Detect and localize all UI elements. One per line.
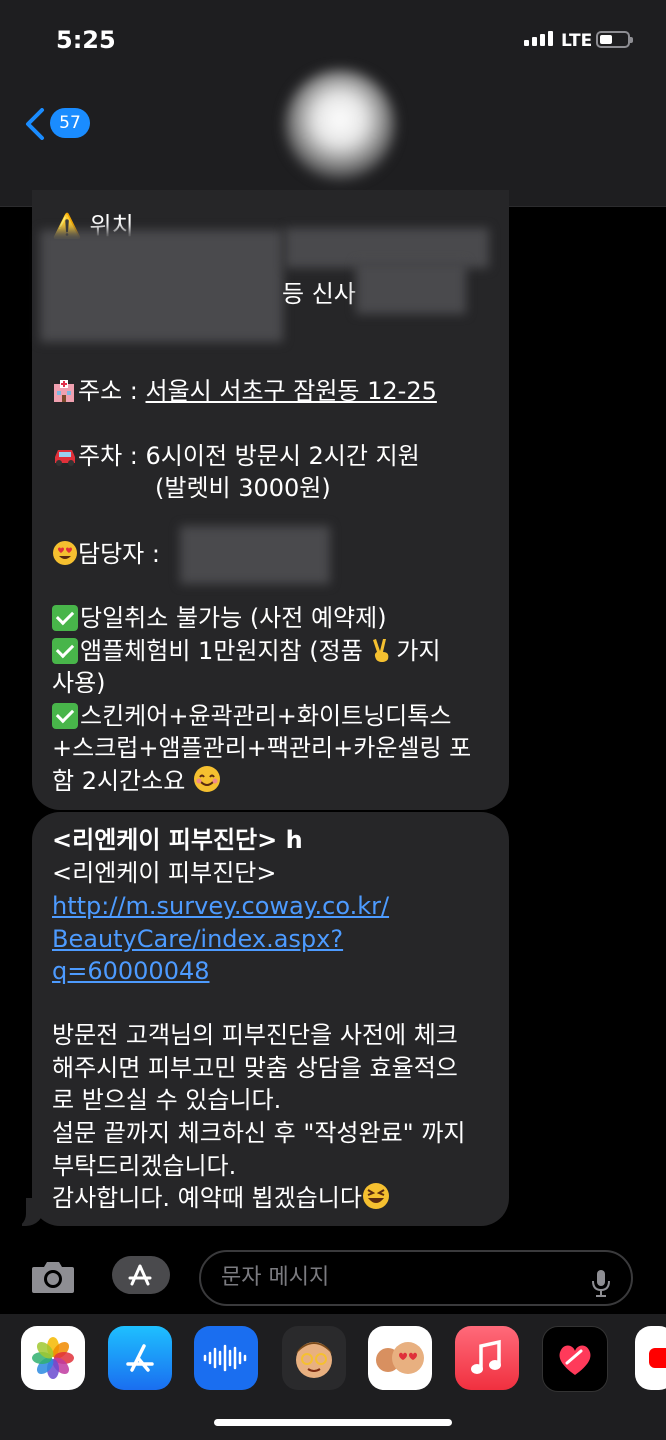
- message-title: <리엔케이 피부진단> h: [52, 826, 303, 854]
- victory-hand-icon: [370, 637, 394, 662]
- chevron-left-icon: [26, 108, 44, 140]
- message-text: 방문전 고객님의 피부진단을 사전에 체크: [52, 1021, 458, 1049]
- music-app-icon[interactable]: [455, 1326, 519, 1390]
- navigation-header: 5:25 LTE 57: [0, 0, 666, 207]
- message-bubble: <리엔케이 피부진단> h <리엔케이 피부진단> http://m.surve…: [32, 812, 509, 1226]
- youtube-icon[interactable]: [635, 1326, 666, 1390]
- back-button[interactable]: 57: [24, 104, 96, 144]
- message-text: 설문 끝까지 체크하신 후 "작성완료" 까지: [52, 1119, 466, 1147]
- heart-eyes-emoji-icon: [52, 540, 77, 565]
- redacted-text: [180, 526, 330, 584]
- message-text: 해주시면 피부고민 맞춤 상담을 효율적으: [52, 1054, 458, 1082]
- dictation-button[interactable]: [591, 1266, 611, 1318]
- survey-link[interactable]: BeautyCare/index.aspx?: [52, 923, 343, 956]
- message-input-placeholder: 문자 메시지: [221, 1265, 330, 1290]
- message-subtitle: <리엔케이 피부진단>: [52, 859, 277, 887]
- digital-touch-icon[interactable]: [542, 1326, 608, 1392]
- photos-app-icon[interactable]: [21, 1326, 85, 1390]
- audio-message-icon[interactable]: [194, 1326, 258, 1390]
- check-item: 앰플체험비 1만원지참 (정품 가지: [52, 635, 441, 668]
- message-bubble: ⚠️ 위치 등 신사 주소 : 서울시 서초구 잠원동 12-25 주차 : 6…: [32, 190, 509, 810]
- car-icon: [52, 444, 76, 468]
- smiling-emoji-icon: [193, 765, 220, 792]
- redacted-text: [40, 230, 283, 342]
- signal-strength-icon: [524, 31, 553, 46]
- contact-avatar[interactable]: [285, 70, 395, 180]
- survey-link[interactable]: http://m.survey.coway.co.kr/: [52, 890, 389, 923]
- message-text: 부탁드리겠습니다.: [52, 1152, 237, 1180]
- composer-bar: 문자 메시지: [0, 1240, 666, 1314]
- redacted-text: [356, 262, 466, 314]
- home-indicator[interactable]: [214, 1419, 452, 1426]
- status-time: 5:25: [56, 26, 116, 54]
- survey-link[interactable]: q=60000048: [52, 955, 210, 988]
- partial-text: 등 신사: [282, 280, 356, 308]
- check-mark-icon: [52, 638, 78, 664]
- memoji-icon[interactable]: [282, 1326, 346, 1390]
- app-store-drawer-button[interactable]: [112, 1256, 170, 1294]
- hospital-icon: [52, 379, 76, 403]
- message-text: 로 받으실 수 있습니다.: [52, 1086, 282, 1114]
- check-item: 당일취소 불가능 (사전 예약제): [52, 602, 387, 635]
- unread-count-badge: 57: [50, 108, 90, 138]
- camera-icon: [32, 1262, 74, 1293]
- camera-button[interactable]: [30, 1259, 76, 1299]
- check-mark-icon: [52, 703, 78, 729]
- app-store-icon[interactable]: [108, 1326, 172, 1390]
- check-item-continued: 사용): [52, 669, 106, 697]
- microphone-icon: [592, 1270, 610, 1297]
- check-item: 스킨케어+윤곽관리+화이트닝디톡스: [52, 700, 451, 733]
- app-store-icon: [128, 1264, 152, 1286]
- parking-line: 주차 : 6시이전 방문시 2시간 지원: [52, 440, 420, 473]
- message-input[interactable]: 문자 메시지: [199, 1250, 633, 1306]
- address-link[interactable]: 서울시 서초구 잠원동 12-25: [146, 377, 437, 405]
- check-item-continued: +스크럽+앰플관리+팩관리+카운셀링 포: [52, 734, 472, 762]
- parking-line-2: (발렛비 3000원): [155, 474, 331, 502]
- message-text: 감사합니다. 예약때 뵙겠습니다: [52, 1182, 389, 1215]
- check-item-continued: 함 2시간소요: [52, 765, 220, 798]
- check-mark-icon: [52, 605, 78, 631]
- address-line: 주소 : 서울시 서초구 잠원동 12-25: [52, 375, 437, 408]
- network-type: LTE: [561, 31, 593, 51]
- manager-line: 담당자 :: [52, 538, 160, 571]
- laughing-emoji-icon: [362, 1182, 389, 1209]
- battery-icon: [596, 31, 633, 48]
- memoji-stickers-icon[interactable]: [368, 1326, 432, 1390]
